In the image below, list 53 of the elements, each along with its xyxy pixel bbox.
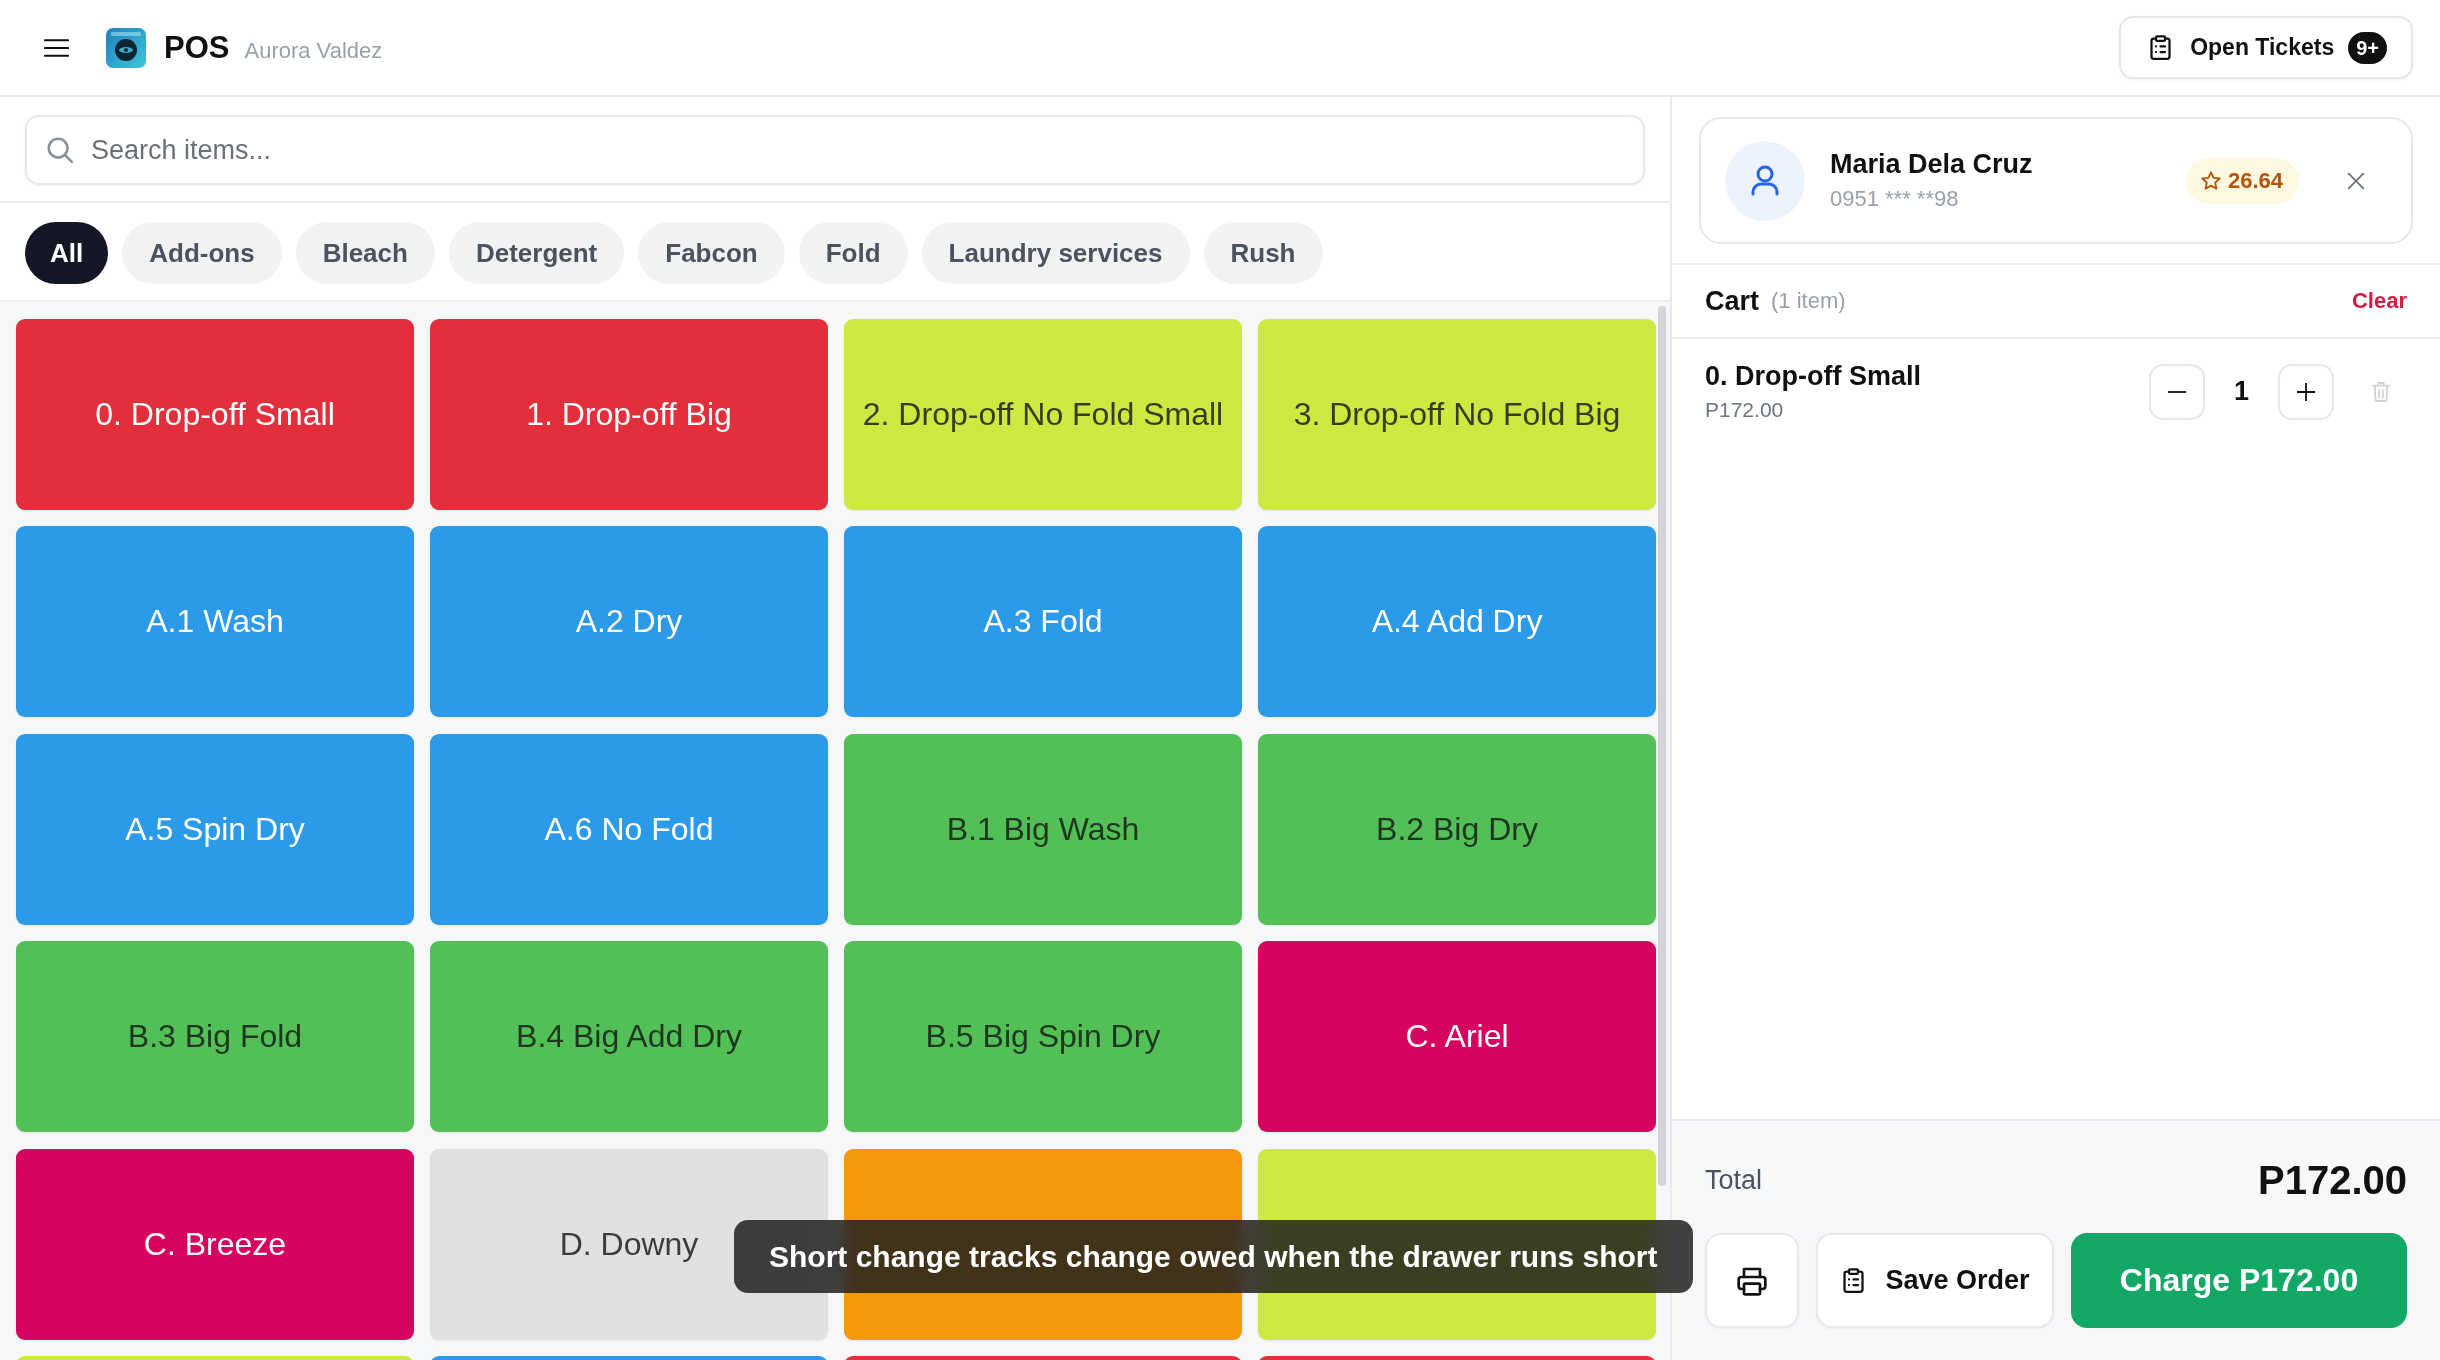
scrollbar-thumb[interactable] — [1658, 306, 1666, 1186]
cart-title: Cart — [1705, 285, 1759, 317]
item-tile[interactable]: 1. Drop-off Big — [430, 319, 828, 510]
quantity-value: 1 — [2233, 376, 2250, 407]
item-tile[interactable]: A.2 Dry — [430, 526, 828, 718]
cart-item-price: P172.00 — [1705, 398, 1785, 422]
cart-count: (1 item) — [1771, 288, 1846, 314]
print-button[interactable] — [1705, 1233, 1799, 1328]
item-tile[interactable]: B.2 Big Dry — [1258, 733, 1656, 925]
item-tile[interactable]: B.3 Big Fold — [16, 941, 414, 1133]
user-avatar-icon — [1725, 140, 1805, 221]
item-tile[interactable]: 2. Drop-off No Fold Small — [844, 319, 1242, 510]
increase-button[interactable] — [2278, 363, 2334, 420]
item-tile[interactable]: 3. Drop-off No Fold Big — [1258, 319, 1656, 510]
total-amount: P172.00 — [2257, 1157, 2407, 1203]
clear-button[interactable]: Clear — [2351, 288, 2407, 314]
category-chip[interactable]: Rush — [1203, 222, 1323, 284]
category-chip[interactable]: Bleach — [295, 222, 435, 284]
cart-item-name: 0. Drop-off Small — [1705, 361, 1922, 392]
item-tile[interactable]: B.1 Big Wash — [844, 733, 1242, 925]
open-tickets-button[interactable]: Open Tickets 9+ — [2119, 16, 2413, 79]
category-chip[interactable]: Add-ons — [122, 222, 282, 284]
customer-phone: 0951 *** **98 — [1830, 186, 1960, 212]
points-value: 26.64 — [2227, 167, 2283, 194]
item-tile[interactable]: A.6 No Fold — [430, 733, 828, 925]
app-logo-icon — [106, 27, 146, 68]
save-order-button[interactable]: Save Order — [1816, 1233, 2054, 1328]
category-chip[interactable]: Laundry services — [921, 222, 1190, 284]
item-tile[interactable]: A.5 Spin Dry — [16, 733, 414, 925]
item-tile[interactable]: B.4 Big Add Dry — [430, 941, 828, 1133]
category-chip[interactable]: Fold — [798, 222, 908, 284]
item-tile[interactable]: A.3 Fold — [844, 526, 1242, 718]
minus-icon — [2168, 390, 2186, 393]
item-tile[interactable]: C. Ariel — [1258, 941, 1656, 1133]
user-name: Aurora Valdez — [244, 37, 383, 64]
item-tile[interactable]: B.5 Big Spin Dry — [844, 941, 1242, 1133]
charge-button[interactable]: Charge P172.00 — [2071, 1233, 2407, 1328]
search-icon — [45, 135, 75, 165]
customer-name: Maria Dela Cruz — [1830, 149, 2033, 180]
ticket-count-badge: 9+ — [2348, 31, 2387, 64]
item-tile[interactable]: 0. Drop-off Small — [16, 319, 414, 510]
plus-icon — [2297, 382, 2315, 401]
category-chip[interactable]: Detergent — [448, 222, 625, 284]
star-icon — [2199, 169, 2222, 192]
app-name: POS — [164, 29, 230, 66]
category-chip[interactable]: Fabcon — [638, 222, 785, 284]
item-tile[interactable]: A.4 Add Dry — [1258, 526, 1656, 718]
total-label: Total — [1705, 1164, 1763, 1196]
item-tile[interactable]: A.1 Wash — [16, 526, 414, 718]
menu-icon[interactable] — [44, 37, 69, 58]
category-chip[interactable]: All — [25, 222, 109, 284]
search-field[interactable]: Search items... — [25, 115, 1645, 185]
item-tile[interactable]: C. Breeze — [16, 1148, 414, 1340]
